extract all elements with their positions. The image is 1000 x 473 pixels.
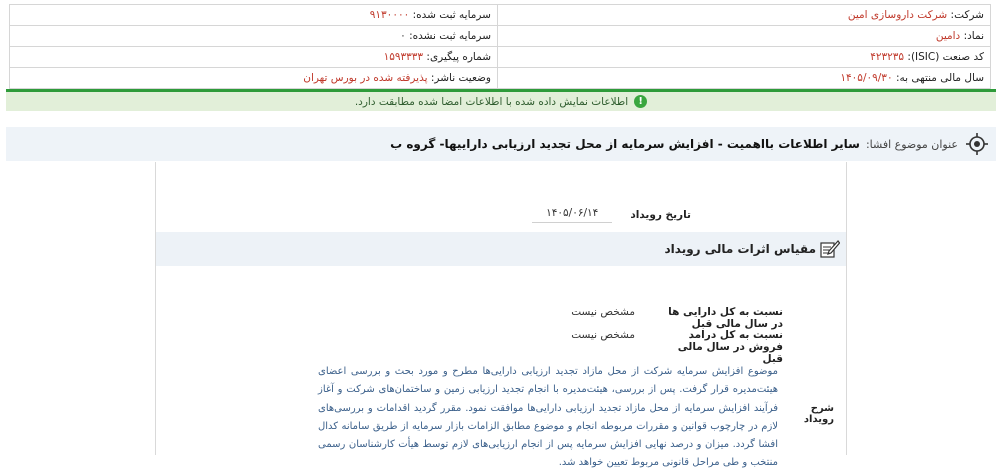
event-date-row: تاریخ رویداد ۱۴۰۵/۰۶/۱۴ [532,207,691,223]
fiscal-year-cell: سال مالی منتهی به: ۱۴۰۵/۰۹/۳۰ [497,67,991,89]
verification-notice-text: اطلاعات نمایش داده شده با اطلاعات امضا ش… [354,95,629,108]
company-value: شرکت داروسازی امین [847,9,948,21]
event-description-row: شرح رویداد موضوع افزایش سرمایه شرکت از م… [318,363,834,473]
symbol-label: نماد: [963,30,984,42]
symbol-cell: نماد: دامین [497,25,991,47]
subject-label: عنوان موضوع افشا: [865,137,958,151]
event-date-label: تاریخ رویداد [630,209,691,221]
fiscal-year-label: سال مالی منتهی به: [895,72,984,84]
metric-row-assets: نسبت به کل دارایی ها در سال مالی قبل مشخ… [571,306,783,330]
target-icon [966,133,988,155]
tracking-value: ۱۵۹۳۳۳۳ [383,51,424,63]
publisher-status-value: پذیرفته شده در بورس تهران [303,72,428,84]
publisher-status-label: وضعیت ناشر: [430,72,491,84]
subject-bar: عنوان موضوع افشا: سایر اطلاعات بااهمیت -… [6,127,996,161]
company-cell: شرکت: شرکت داروسازی امین [497,4,991,26]
event-description-label: شرح رویداد [803,403,834,425]
company-label: شرکت: [950,9,984,21]
publisher-status-cell: وضعیت ناشر: پذیرفته شده در بورس تهران [9,67,498,89]
tracking-label: شماره پیگیری: [426,51,491,63]
fiscal-year-value: ۱۴۰۵/۰۹/۳۰ [840,72,893,84]
financial-effects-title: مقیاس اثرات مالی رویداد [664,242,816,256]
company-info-table: شرکت: شرکت داروسازی امین سرمایه ثبت شده:… [9,4,991,89]
registered-capital-value: ۹۱۳۰۰۰۰ [369,9,410,21]
metric-row-revenue: نسبت به کل درامد فروش در سال مالی قبل مش… [571,329,783,365]
metric-label: نسبت به کل دارایی ها در سال مالی قبل [668,306,783,330]
verification-notice: ! اطلاعات نمایش داده شده با اطلاعات امضا… [6,89,996,111]
metric-value: مشخص نیست [571,306,635,318]
registered-capital-label: سرمایه ثبت شده: [412,9,491,21]
isic-cell: کد صنعت (ISIC): ۴۲۳۲۳۵ [497,46,991,68]
report-content: تاریخ رویداد ۱۴۰۵/۰۶/۱۴ مقیاس اثرات مالی… [155,162,847,468]
isic-value: ۴۲۳۲۳۵ [870,51,905,63]
unregistered-capital-cell: سرمایه ثبت نشده: ۰ [9,25,498,47]
edit-document-icon [820,240,840,258]
tracking-cell: شماره پیگیری: ۱۵۹۳۳۳۳ [9,46,498,68]
subject-title: سایر اطلاعات بااهمیت - افزایش سرمایه از … [390,137,860,151]
isic-label: کد صنعت (ISIC): [907,51,984,63]
event-description-text: موضوع افزایش سرمایه شرکت از محل مازاد تج… [318,366,778,469]
metric-label: نسبت به کل درامد فروش در سال مالی قبل [677,329,783,365]
unregistered-capital-label: سرمایه ثبت نشده: [409,30,491,42]
info-check-icon: ! [634,95,648,108]
event-date-value: ۱۴۰۵/۰۶/۱۴ [532,207,613,223]
financial-effects-heading: مقیاس اثرات مالی رویداد [156,232,846,266]
registered-capital-cell: سرمایه ثبت شده: ۹۱۳۰۰۰۰ [9,4,498,26]
symbol-value: دامین [935,30,961,42]
unregistered-capital-value: ۰ [400,30,406,42]
metric-value: مشخص نیست [571,329,635,341]
